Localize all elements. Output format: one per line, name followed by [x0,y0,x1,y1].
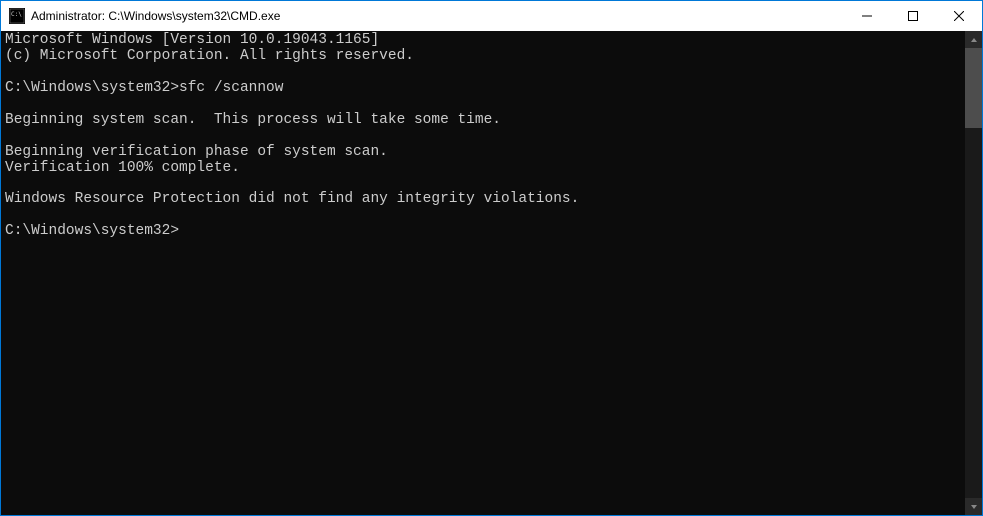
command-text: sfc /scannow [179,80,283,96]
window-title: Administrator: C:\Windows\system32\CMD.e… [31,9,844,23]
svg-text:C:\: C:\ [11,11,22,18]
window-controls [844,1,982,31]
terminal-area: Microsoft Windows [Version 10.0.19043.11… [1,31,982,515]
maximize-button[interactable] [890,1,936,31]
cmd-window: C:\ Administrator: C:\Windows\system32\C… [0,0,983,516]
close-button[interactable] [936,1,982,31]
terminal-line: Verification 100% complete. [5,160,240,176]
terminal-line: Beginning verification phase of system s… [5,144,388,160]
minimize-button[interactable] [844,1,890,31]
prompt-path: C:\Windows\system32> [5,223,179,239]
scrollbar-track[interactable] [965,48,982,498]
terminal-line: Beginning system scan. This process will… [5,112,501,128]
terminal-content[interactable]: Microsoft Windows [Version 10.0.19043.11… [1,31,965,515]
terminal-line: Windows Resource Protection did not find… [5,191,579,207]
prompt-path: C:\Windows\system32> [5,80,179,96]
scroll-up-button[interactable] [965,31,982,48]
terminal-line: Microsoft Windows [Version 10.0.19043.11… [5,32,379,48]
titlebar[interactable]: C:\ Administrator: C:\Windows\system32\C… [1,1,982,31]
scrollbar-thumb[interactable] [965,48,982,128]
scroll-down-button[interactable] [965,498,982,515]
terminal-line: (c) Microsoft Corporation. All rights re… [5,48,414,64]
cmd-icon: C:\ [9,8,25,24]
vertical-scrollbar[interactable] [965,31,982,515]
